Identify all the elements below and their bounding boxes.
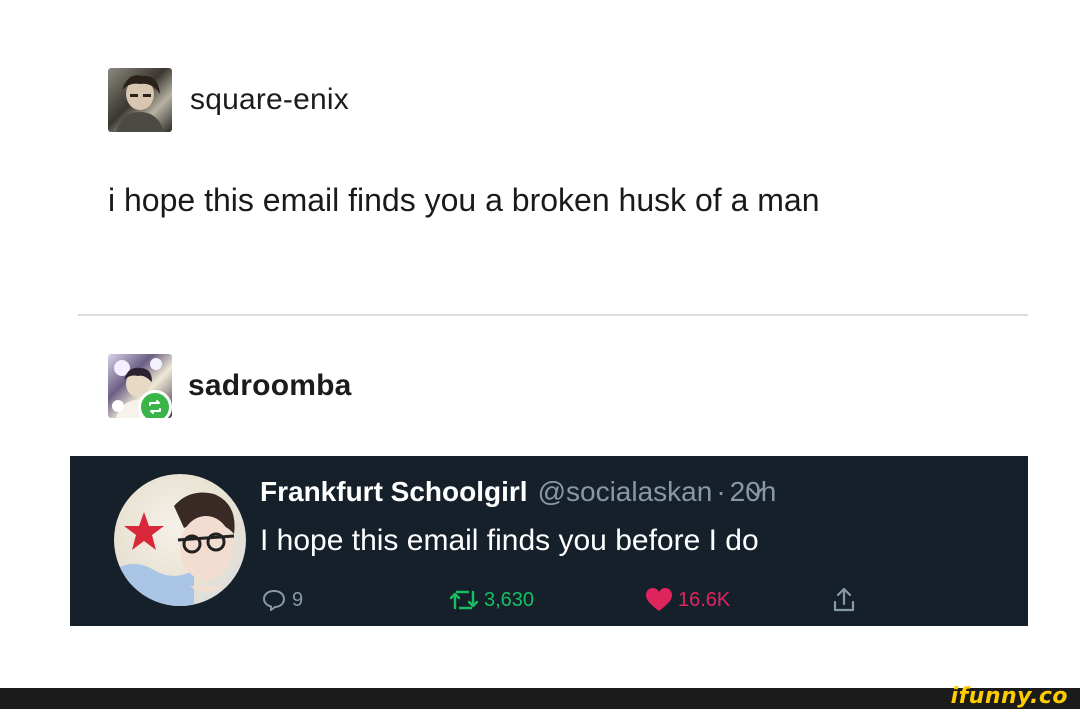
like-count: 16.6K xyxy=(678,588,731,611)
blog-name-sadroomba[interactable]: sadroomba xyxy=(188,369,352,403)
reply-icon xyxy=(263,590,285,611)
tweet-header: Frankfurt Schoolgirl @socialaskan · 20h xyxy=(260,476,776,508)
tweet-handle[interactable]: @socialaskan xyxy=(538,476,713,508)
blog-name-square-enix[interactable]: square-enix xyxy=(190,83,349,117)
avatar-art xyxy=(116,75,164,132)
tweet-text: I hope this email finds you before I do xyxy=(260,524,759,557)
like-button[interactable]: 16.6K xyxy=(644,584,730,616)
post-header-sadroomba: sadroomba xyxy=(108,354,352,418)
post-body-text: i hope this email finds you a broken hus… xyxy=(108,182,820,218)
tweet-avatar-art xyxy=(114,492,235,606)
tweet-avatar[interactable] xyxy=(114,474,246,606)
chevron-down-icon[interactable] xyxy=(744,480,768,504)
embedded-tweet: Frankfurt Schoolgirl @socialaskan · 20h … xyxy=(70,456,1028,626)
retweet-count: 3,630 xyxy=(484,588,535,611)
tweet-display-name[interactable]: Frankfurt Schoolgirl xyxy=(260,476,528,508)
share-button[interactable] xyxy=(830,584,858,616)
post-divider xyxy=(78,314,1028,316)
retweet-icon xyxy=(449,590,479,610)
ifunny-watermark: ifunny.co xyxy=(950,684,1068,709)
share-icon xyxy=(833,587,855,612)
avatar-square-enix[interactable] xyxy=(108,68,172,132)
reply-count: 9 xyxy=(292,588,304,611)
footer-bar: ifunny.co xyxy=(0,684,1080,709)
reblog-icon xyxy=(138,390,172,418)
tweet-separator: · xyxy=(716,476,726,507)
retweet-button[interactable]: 3,630 xyxy=(448,584,534,616)
heart-icon xyxy=(646,588,672,611)
avatar-sadroomba[interactable] xyxy=(108,354,172,418)
reply-button[interactable]: 9 xyxy=(260,584,303,616)
post-header-square-enix: square-enix xyxy=(108,68,349,132)
